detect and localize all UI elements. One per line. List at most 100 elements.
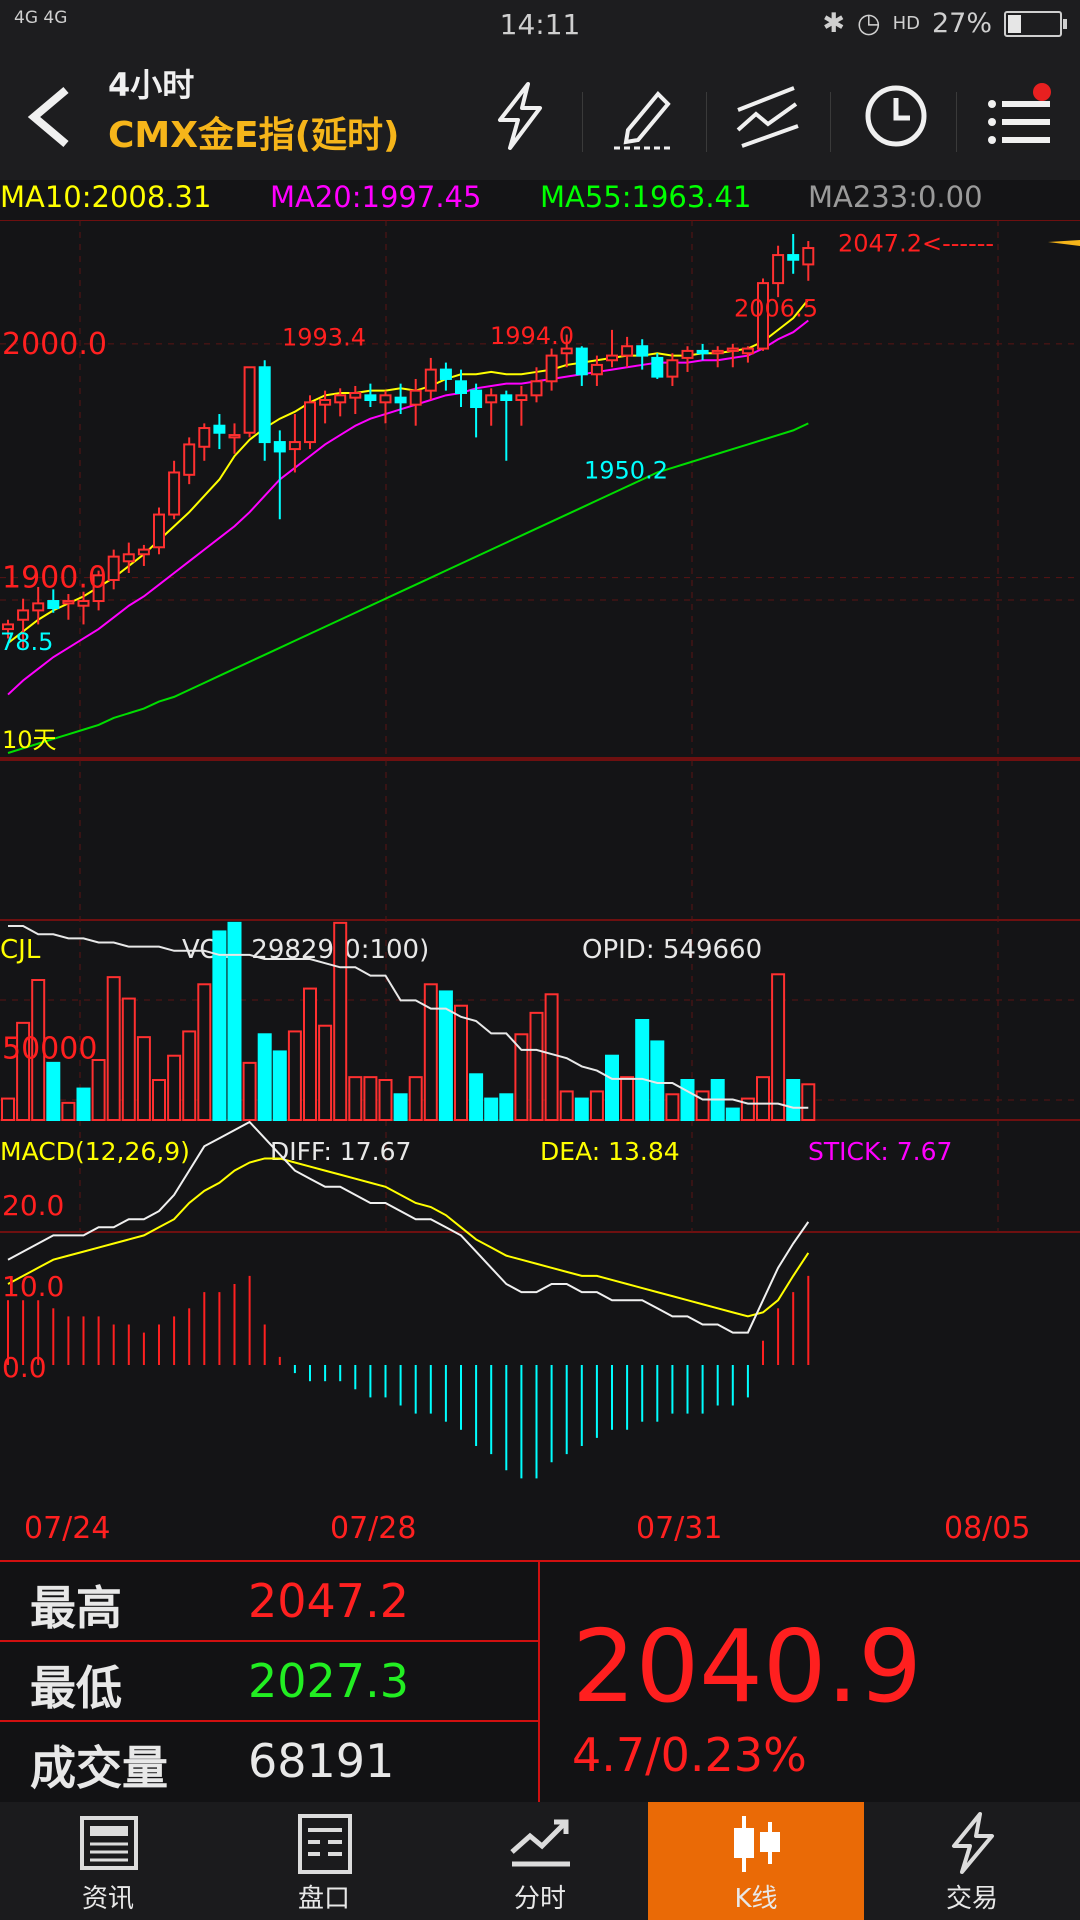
volume-bar <box>227 921 242 1121</box>
volume-bar <box>333 921 348 1121</box>
ma233-label: MA233:0.00 <box>808 180 983 214</box>
volume-bar <box>121 997 136 1121</box>
date-tick: 07/24 <box>24 1511 110 1546</box>
price-tick-2000: 2000.0 <box>2 327 107 362</box>
macd-tick: 10.0 <box>2 1270 64 1303</box>
divider <box>582 92 583 152</box>
volume-bar <box>378 1079 393 1121</box>
candle-body <box>304 401 316 444</box>
candle-body <box>153 513 165 549</box>
high-annotation: 1993.4 <box>282 323 366 351</box>
candle-body <box>424 368 437 392</box>
candle-body <box>666 359 679 378</box>
back-button[interactable] <box>22 84 78 150</box>
instrument-title: CMX金E指(延时) <box>108 115 400 156</box>
date-axis: 07/24 07/28 07/31 08/05 <box>24 1511 1030 1546</box>
volume-bar <box>665 1093 680 1121</box>
volume-bar <box>529 1011 544 1121</box>
volume-bar <box>589 1090 604 1122</box>
candle-body <box>288 441 301 451</box>
battery-icon <box>1004 10 1067 37</box>
candle-body <box>137 548 150 556</box>
lightning-icon <box>952 1812 994 1874</box>
candle-body <box>17 609 30 621</box>
order-book-icon <box>298 1814 352 1874</box>
candle-body <box>696 349 709 355</box>
period-button[interactable] <box>860 80 932 152</box>
candlestick-icon <box>734 1816 780 1872</box>
nav-trade[interactable]: 交易 <box>864 1802 1080 1920</box>
ma55-line <box>7 422 809 754</box>
bottom-nav: 资讯 盘口 分时 K线 交易 <box>0 1802 1080 1920</box>
candle-body <box>741 347 754 355</box>
volume-row: 成交量 68191 <box>0 1722 538 1800</box>
high-value: 2047.2 <box>248 1574 409 1628</box>
volume-bar <box>197 983 212 1121</box>
ma55-label: MA55:1963.41 <box>540 180 752 214</box>
nav-order-book[interactable]: 盘口 <box>216 1802 432 1920</box>
volume-bar <box>544 993 559 1121</box>
candle-body <box>606 354 618 362</box>
candle-body <box>439 368 452 380</box>
volume-bar <box>61 1101 76 1121</box>
nav-intraday[interactable]: 分时 <box>432 1802 648 1920</box>
nav-news[interactable]: 资讯 <box>0 1802 216 1920</box>
candle-body <box>107 555 120 582</box>
top-bar: 4小时 CMX金E指(延时) <box>0 52 1080 180</box>
high-row: 最高 2047.2 <box>0 1562 538 1642</box>
last-price: 2040.9 <box>572 1608 922 1725</box>
opid-label: OPID: 549660 <box>582 935 762 965</box>
candle-body <box>772 254 785 285</box>
candle-body <box>349 391 362 399</box>
last-price-marker <box>1048 240 1080 246</box>
low-row: 最低 2027.3 <box>0 1642 538 1722</box>
volume-bar <box>318 1024 333 1122</box>
candle-body <box>530 380 543 397</box>
nav-trade-label: 交易 <box>945 1884 998 1914</box>
volume-bar <box>650 1040 665 1122</box>
volume-bar <box>136 1036 151 1122</box>
dea-label: DEA: 13.84 <box>540 1137 680 1166</box>
battery-percent: 27% <box>931 8 992 39</box>
flash-button[interactable] <box>484 80 556 152</box>
high-label: 最高 <box>30 1581 122 1635</box>
divider <box>956 92 957 152</box>
candle-body <box>334 394 347 404</box>
dea-line <box>7 1157 810 1318</box>
nav-order-book-label: 盘口 <box>297 1884 350 1914</box>
candle-body <box>77 600 90 607</box>
volume-bar <box>167 1054 182 1122</box>
volume-bar <box>287 1030 302 1122</box>
kline-chart[interactable]: 2000.0 1900.0 1993.4 1994.0 2006.5 1950.2 2047… <box>0 220 1080 1560</box>
draw-tool-button[interactable] <box>608 80 680 152</box>
macd-panel: MACD(12,26,9) DIFF: 17.67 DEA: 13.84 STICK:… <box>0 1120 952 1479</box>
candle-body <box>258 366 271 444</box>
pencil-icon <box>614 91 674 150</box>
volume-bar <box>559 1090 574 1122</box>
volume-bar <box>484 1097 499 1121</box>
candle-body <box>621 345 634 357</box>
candle-body <box>198 427 211 448</box>
volume-bar <box>499 1093 514 1121</box>
volume-bar <box>1 1097 15 1121</box>
alarm-icon: ◷ <box>857 8 881 39</box>
candle-body <box>636 345 649 357</box>
volume-bar <box>303 987 317 1121</box>
candle-body <box>787 254 800 261</box>
chevron-left-icon <box>27 86 69 148</box>
menu-button[interactable] <box>984 80 1056 152</box>
volume-bar <box>771 973 786 1121</box>
indicator-button[interactable] <box>732 80 804 152</box>
volume-bar <box>469 1073 484 1121</box>
nav-kline[interactable]: K线 <box>648 1802 864 1920</box>
volume-tick: 50000 <box>2 1032 97 1067</box>
volume-bar <box>695 1090 710 1122</box>
volume-bar <box>363 1076 378 1122</box>
volume-bar <box>46 1061 61 1121</box>
candle-body <box>243 366 256 434</box>
candle-body <box>183 443 196 476</box>
volume-bar <box>725 1107 740 1121</box>
price-labels: 2000.0 1900.0 1993.4 1994.0 2006.5 1950.2 2047… <box>0 230 1080 754</box>
nav-intraday-label: 分时 <box>513 1884 566 1914</box>
volume-value: 68191 <box>248 1734 395 1788</box>
